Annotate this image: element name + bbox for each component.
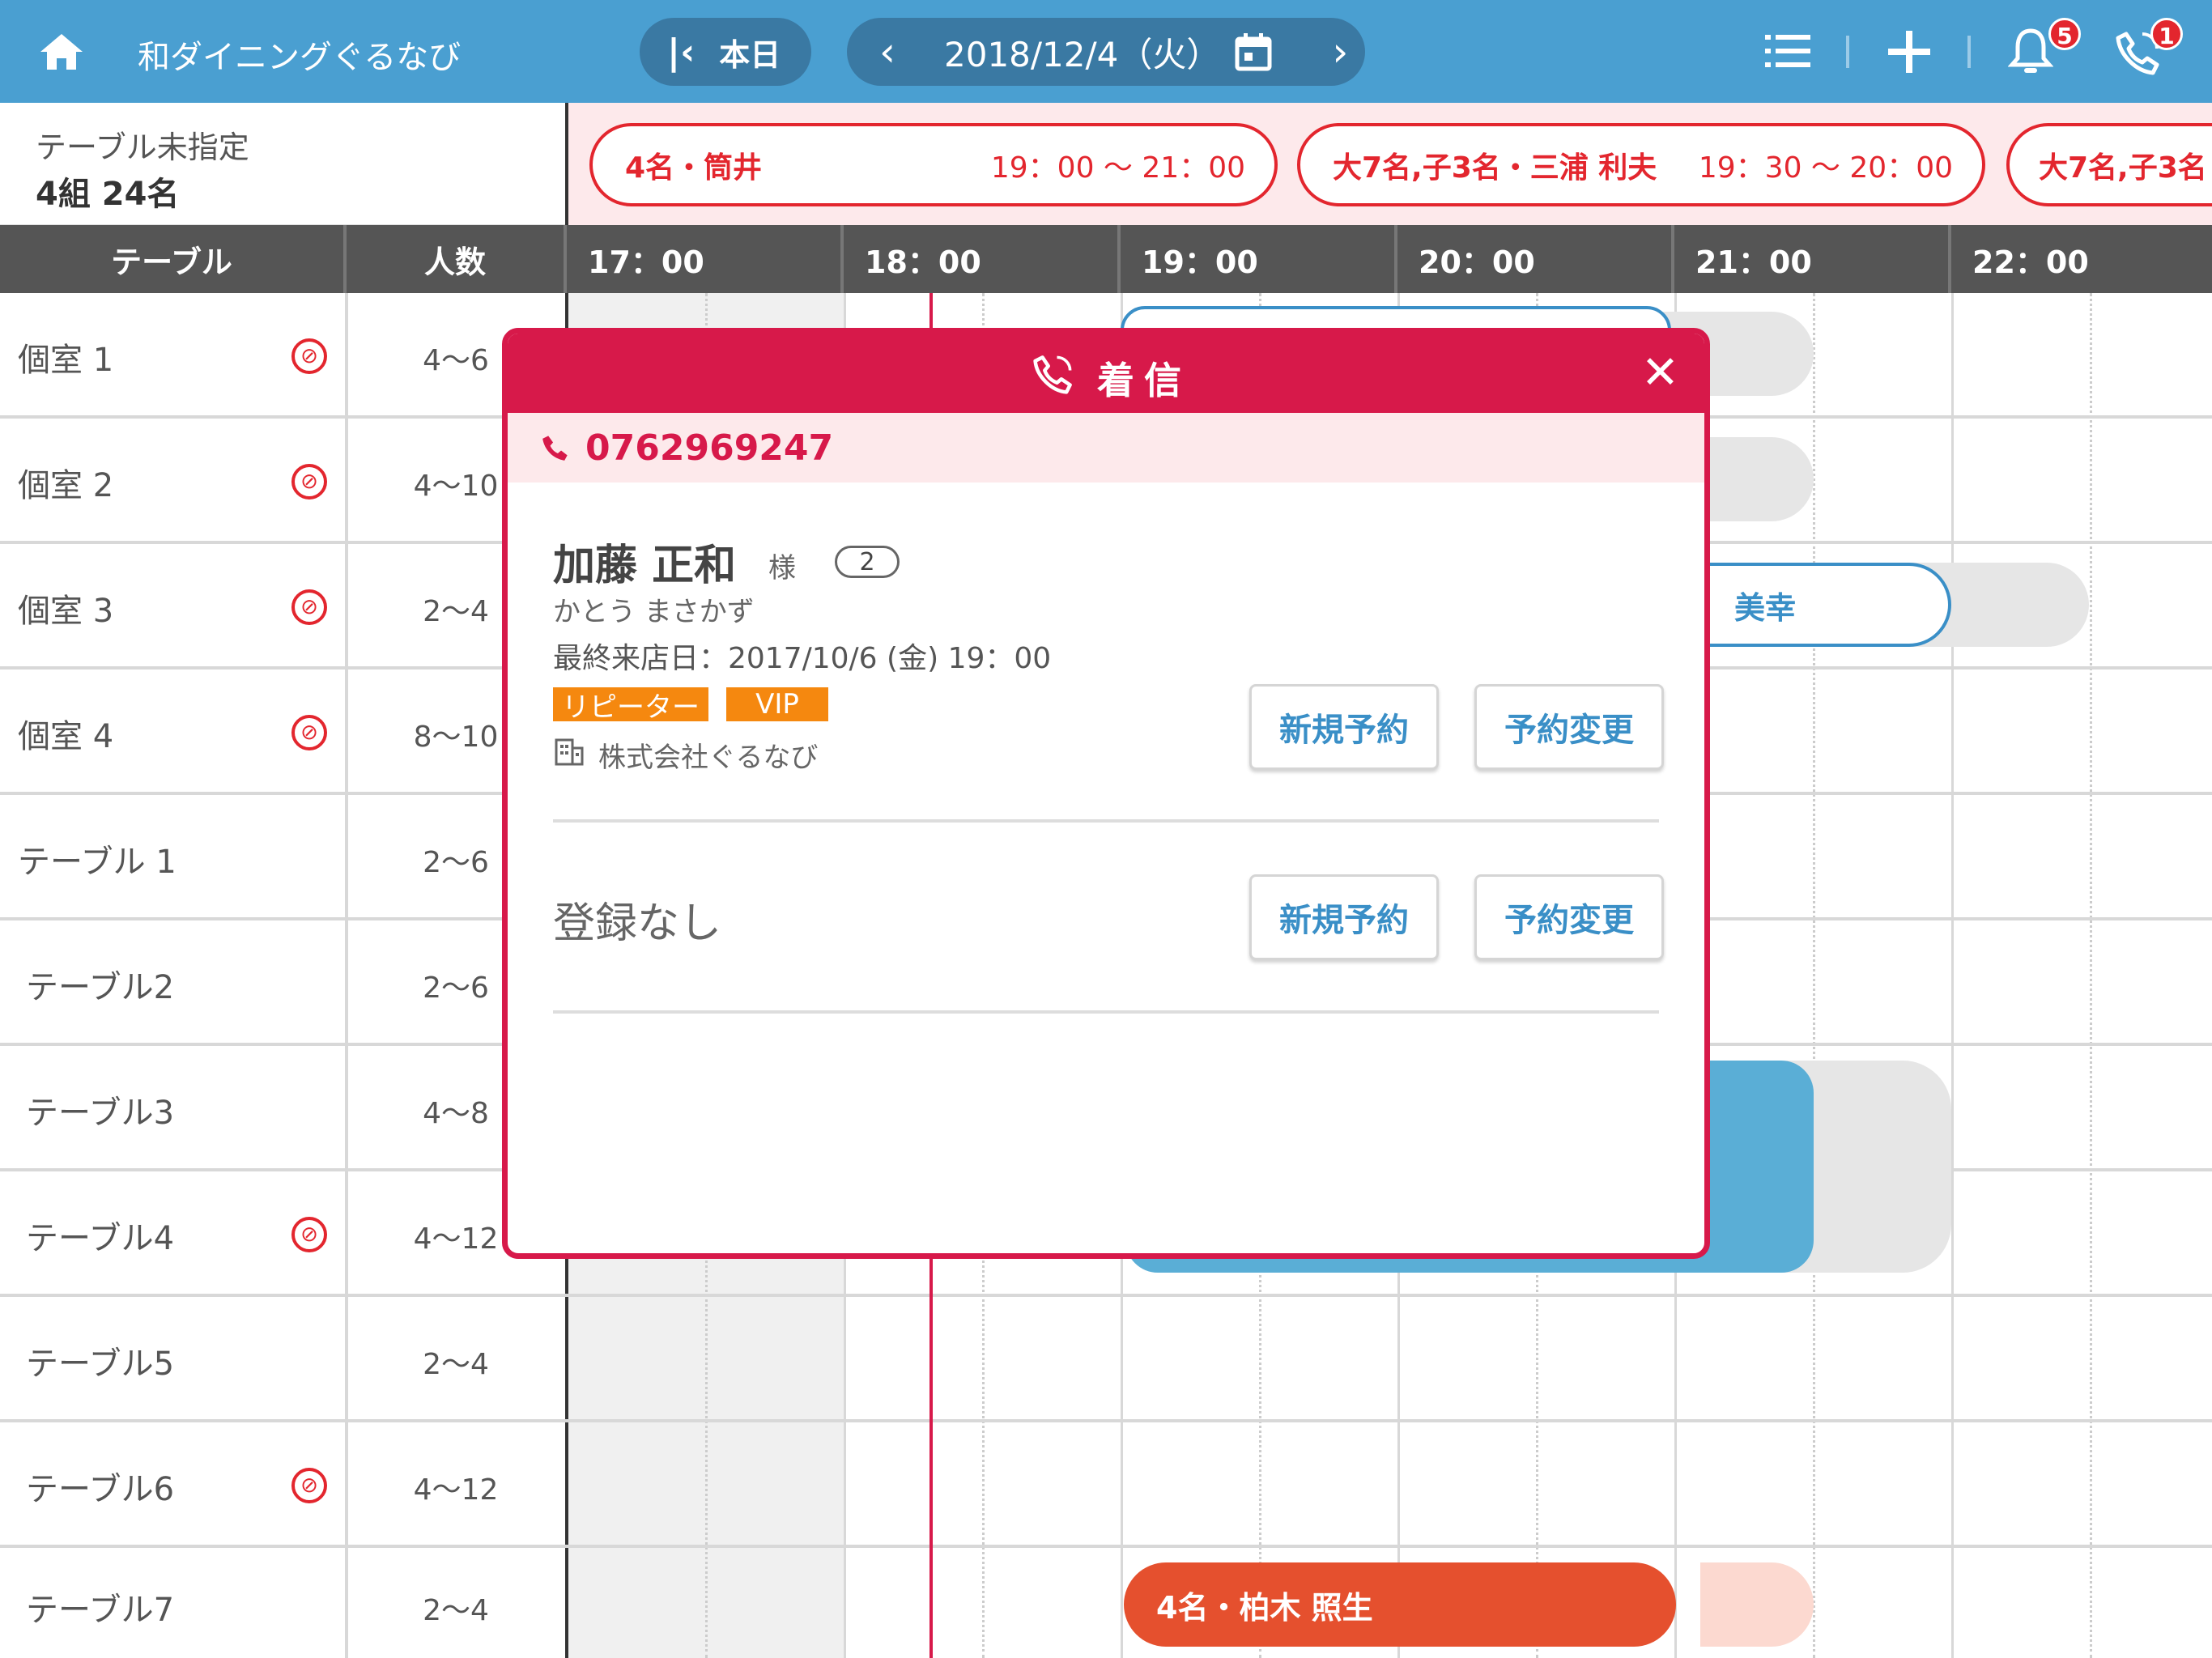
no-smoking-icon: ⊘	[291, 1217, 327, 1252]
vip-tag: VIP	[726, 687, 828, 721]
plus-icon[interactable]	[1887, 29, 1932, 74]
table-name: テーブル5	[26, 1346, 175, 1383]
reservation-time: 19：30 〜 20：00	[1698, 151, 1953, 185]
building-icon	[555, 738, 584, 766]
reservation-buffer	[1700, 1562, 1814, 1647]
new-reservation-button[interactable]: 新規予約	[1249, 684, 1439, 770]
table-capacity: 2〜4	[423, 1594, 489, 1627]
caller-phone-number: 0762969247	[585, 427, 834, 469]
customer-kana: かとう まさかず	[553, 596, 755, 628]
time-label: 18：00	[844, 225, 1121, 293]
divider	[1967, 36, 1971, 68]
time-label: 19：00	[1121, 225, 1397, 293]
no-smoking-icon: ⊘	[291, 1468, 327, 1503]
repeater-tag: リピーター	[553, 687, 708, 724]
no-smoking-icon: ⊘	[291, 338, 327, 374]
date-navigator: ‹ 2018/12/4（火） ›	[847, 18, 1365, 86]
table-row[interactable]: テーブル5 2〜4	[0, 1297, 2212, 1422]
reservation-block[interactable]: 4名・柏木 照生	[1124, 1562, 1676, 1647]
table-row[interactable]: テーブル7 2〜4	[0, 1548, 2212, 1658]
today-button[interactable]: |‹ 本日	[640, 18, 811, 86]
unassigned-title: テーブル未指定	[36, 130, 249, 165]
customer-company: 株式会社ぐるなび	[598, 742, 819, 774]
column-header-table: テーブル	[0, 225, 347, 293]
reservation-time: 19：00 〜 21：00	[990, 151, 1245, 185]
time-label: 22：00	[1972, 244, 2089, 280]
current-date[interactable]: 2018/12/4（火）	[944, 28, 1220, 77]
chevron-left-icon[interactable]: ‹	[879, 28, 895, 75]
reservation-name: 美幸	[1734, 589, 1797, 626]
list-icon[interactable]	[1765, 32, 1810, 70]
unassigned-reservation[interactable]: 大7名,子3名	[2006, 123, 2212, 206]
divider	[553, 819, 1659, 823]
no-smoking-icon: ⊘	[291, 589, 327, 625]
visit-count-badge: 2	[835, 546, 900, 578]
store-name: 和ダイニングぐるなび	[138, 39, 462, 76]
dialog-title: 着信	[1097, 359, 1191, 402]
table-name: テーブル7	[26, 1592, 175, 1629]
table-row[interactable]: テーブル6 ⊘ 4〜12	[0, 1422, 2212, 1548]
time-label: 17：00	[567, 225, 844, 293]
unassigned-reservation[interactable]: 4名・筒井 19：00 〜 21：00	[589, 123, 1278, 206]
table-name: 個室 1	[18, 342, 114, 379]
table-capacity: 4〜12	[413, 1473, 499, 1507]
unregistered-label: 登録なし	[553, 899, 722, 948]
reservation-name: 4名・柏木 照生	[1156, 1589, 1373, 1626]
bell-icon[interactable]	[2008, 28, 2053, 76]
phone-bar: 0762969247	[508, 413, 1704, 483]
incoming-call-dialog: 着信 ✕ 0762969247 加藤 正和 様 2 かとう まさかず 最終来店日…	[502, 328, 1710, 1259]
table-name: 個室 3	[18, 593, 114, 630]
chevron-right-icon[interactable]: ›	[1332, 28, 1348, 75]
reservation-name: 大7名,子3名	[2039, 151, 2207, 185]
table-name: テーブル 1	[18, 844, 177, 881]
last-visit: 最終来店日：2017/10/6 (金) 19：00	[553, 642, 1052, 675]
reservation-name: 4名・筒井	[625, 151, 763, 185]
table-name: テーブル4	[26, 1220, 175, 1257]
column-header: テーブル 人数 17：00 18：00 19：00 20：00 21：00 22…	[0, 225, 2212, 293]
table-capacity: 2〜4	[423, 1348, 489, 1381]
time-label: 20：00	[1397, 225, 1674, 293]
table-name: テーブル2	[26, 969, 175, 1006]
table-name: 個室 4	[18, 718, 114, 755]
customer-name[interactable]: 加藤 正和	[553, 531, 736, 592]
change-reservation-button[interactable]: 予約変更	[1474, 684, 1664, 770]
dialog-header: 着信 ✕	[508, 334, 1704, 413]
no-smoking-icon: ⊘	[291, 464, 327, 500]
close-icon[interactable]: ✕	[1641, 346, 1679, 399]
change-reservation-button[interactable]: 予約変更	[1474, 874, 1664, 960]
jump-to-start-icon: |‹	[667, 31, 696, 73]
no-smoking-icon: ⊘	[291, 715, 327, 750]
time-label: 21：00	[1674, 225, 1951, 293]
honorific: 様	[768, 552, 796, 585]
unassigned-reservation[interactable]: 大7名,子3名・三浦 利夫 19：30 〜 20：00	[1297, 123, 1985, 206]
table-name: テーブル6	[26, 1471, 175, 1508]
notification-badge: 5	[2048, 18, 2081, 50]
column-header-people: 人数	[347, 225, 567, 293]
table-name: テーブル3	[26, 1095, 175, 1132]
unassigned-summary: 4組 24名	[36, 176, 180, 213]
divider	[1846, 36, 1849, 68]
table-name: 個室 2	[18, 467, 114, 504]
top-bar: 和ダイニングぐるなび |‹ 本日 ‹ 2018/12/4（火） › 5 1	[0, 0, 2212, 103]
home-icon[interactable]	[39, 32, 84, 71]
call-badge: 1	[2150, 18, 2183, 50]
phone-icon	[542, 436, 568, 461]
reservation-name: 大7名,子3名・三浦 利夫	[1333, 151, 1657, 185]
new-reservation-button[interactable]: 新規予約	[1249, 874, 1439, 960]
incoming-call-icon	[1033, 355, 1072, 394]
calendar-icon[interactable]	[1235, 32, 1272, 71]
divider	[553, 1010, 1659, 1014]
today-label: 本日	[719, 36, 781, 73]
